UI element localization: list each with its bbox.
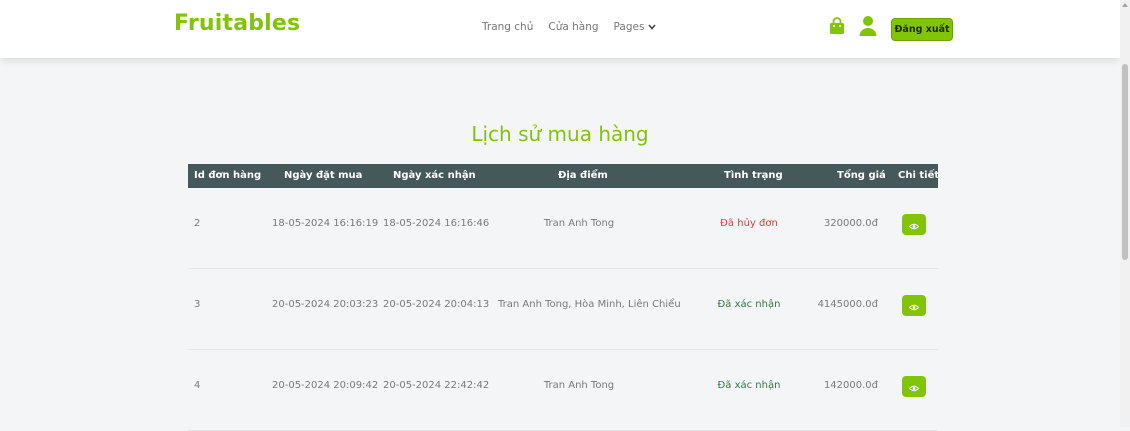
order-place: Tran Anh Tong <box>543 380 615 391</box>
brand-logo[interactable]: Fruitables <box>174 11 300 36</box>
view-detail-button[interactable] <box>902 295 926 316</box>
eye-icon <box>908 377 920 396</box>
order-total: 320000.0đ <box>823 218 878 229</box>
order-status: Đã hủy đơn <box>720 218 778 229</box>
column-header-confirm-date: Ngày xác nhận <box>393 170 476 181</box>
table-row: 4 20-05-2024 20:09:42 20-05-2024 22:42:4… <box>188 350 938 431</box>
chevron-down-icon <box>648 23 657 33</box>
order-total: 4145000.0đ <box>817 299 878 310</box>
order-status: Đã xác nhận <box>717 299 781 310</box>
nav-item-label: Trang chủ <box>482 21 534 33</box>
column-header-total: Tổng giá <box>837 170 886 181</box>
logout-button[interactable]: Đăng xuất <box>891 18 953 41</box>
nav-item-shop[interactable]: Cửa hàng <box>548 21 598 33</box>
scrollbar-thumb[interactable] <box>1122 64 1128 260</box>
order-id: 2 <box>194 218 201 229</box>
view-detail-button[interactable] <box>902 376 926 397</box>
table-header: Id đơn hàng Ngày đặt mua Ngày xác nhận Đ… <box>188 164 940 188</box>
order-place: Tran Anh Tong, Hòa Minh, Liên Chiểu <box>498 299 681 310</box>
column-header-order-date: Ngày đặt mua <box>284 170 363 181</box>
nav-links: Trang chủ Cửa hàng Pages <box>482 21 671 33</box>
order-id: 3 <box>194 299 201 310</box>
column-header-id: Id đơn hàng <box>194 170 262 181</box>
confirm-date: 20-05-2024 22:42:42 <box>383 380 490 391</box>
confirm-date: 20-05-2024 20:04:13 <box>383 299 490 310</box>
user-icon[interactable] <box>859 15 877 40</box>
page-title: Lịch sử mua hàng <box>471 122 649 146</box>
confirm-date: 18-05-2024 16:16:46 <box>383 218 490 229</box>
column-header-detail: Chi tiết <box>898 170 940 181</box>
table-row: 3 20-05-2024 20:03:23 20-05-2024 20:04:1… <box>188 269 938 350</box>
column-header-status: Tình trạng <box>724 170 783 181</box>
scroll-up-arrow-icon[interactable] <box>1122 3 1128 7</box>
shopping-bag-icon[interactable] <box>829 17 845 39</box>
order-date: 18-05-2024 16:16:19 <box>272 218 379 229</box>
order-total: 142000.0đ <box>823 380 878 391</box>
order-status: Đã xác nhận <box>717 380 781 391</box>
order-place: Tran Anh Tong <box>543 218 615 229</box>
eye-icon <box>908 296 920 315</box>
view-detail-button[interactable] <box>902 214 926 235</box>
nav-item-label: Pages <box>613 21 645 33</box>
table-row: 2 18-05-2024 16:16:19 18-05-2024 16:16:4… <box>188 188 938 269</box>
navbar: Fruitables Trang chủ Cửa hàng Pages Đăng… <box>0 0 1120 58</box>
order-id: 4 <box>194 380 201 391</box>
nav-item-pages[interactable]: Pages <box>614 21 657 33</box>
nav-item-label: Cửa hàng <box>548 21 599 33</box>
order-date: 20-05-2024 20:03:23 <box>272 299 379 310</box>
eye-icon <box>908 215 920 234</box>
order-date: 20-05-2024 20:09:42 <box>272 380 379 391</box>
nav-item-home[interactable]: Trang chủ <box>482 21 533 33</box>
column-header-place: Địa điểm <box>558 170 608 181</box>
order-history-table: Id đơn hàng Ngày đặt mua Ngày xác nhận Đ… <box>188 164 940 431</box>
